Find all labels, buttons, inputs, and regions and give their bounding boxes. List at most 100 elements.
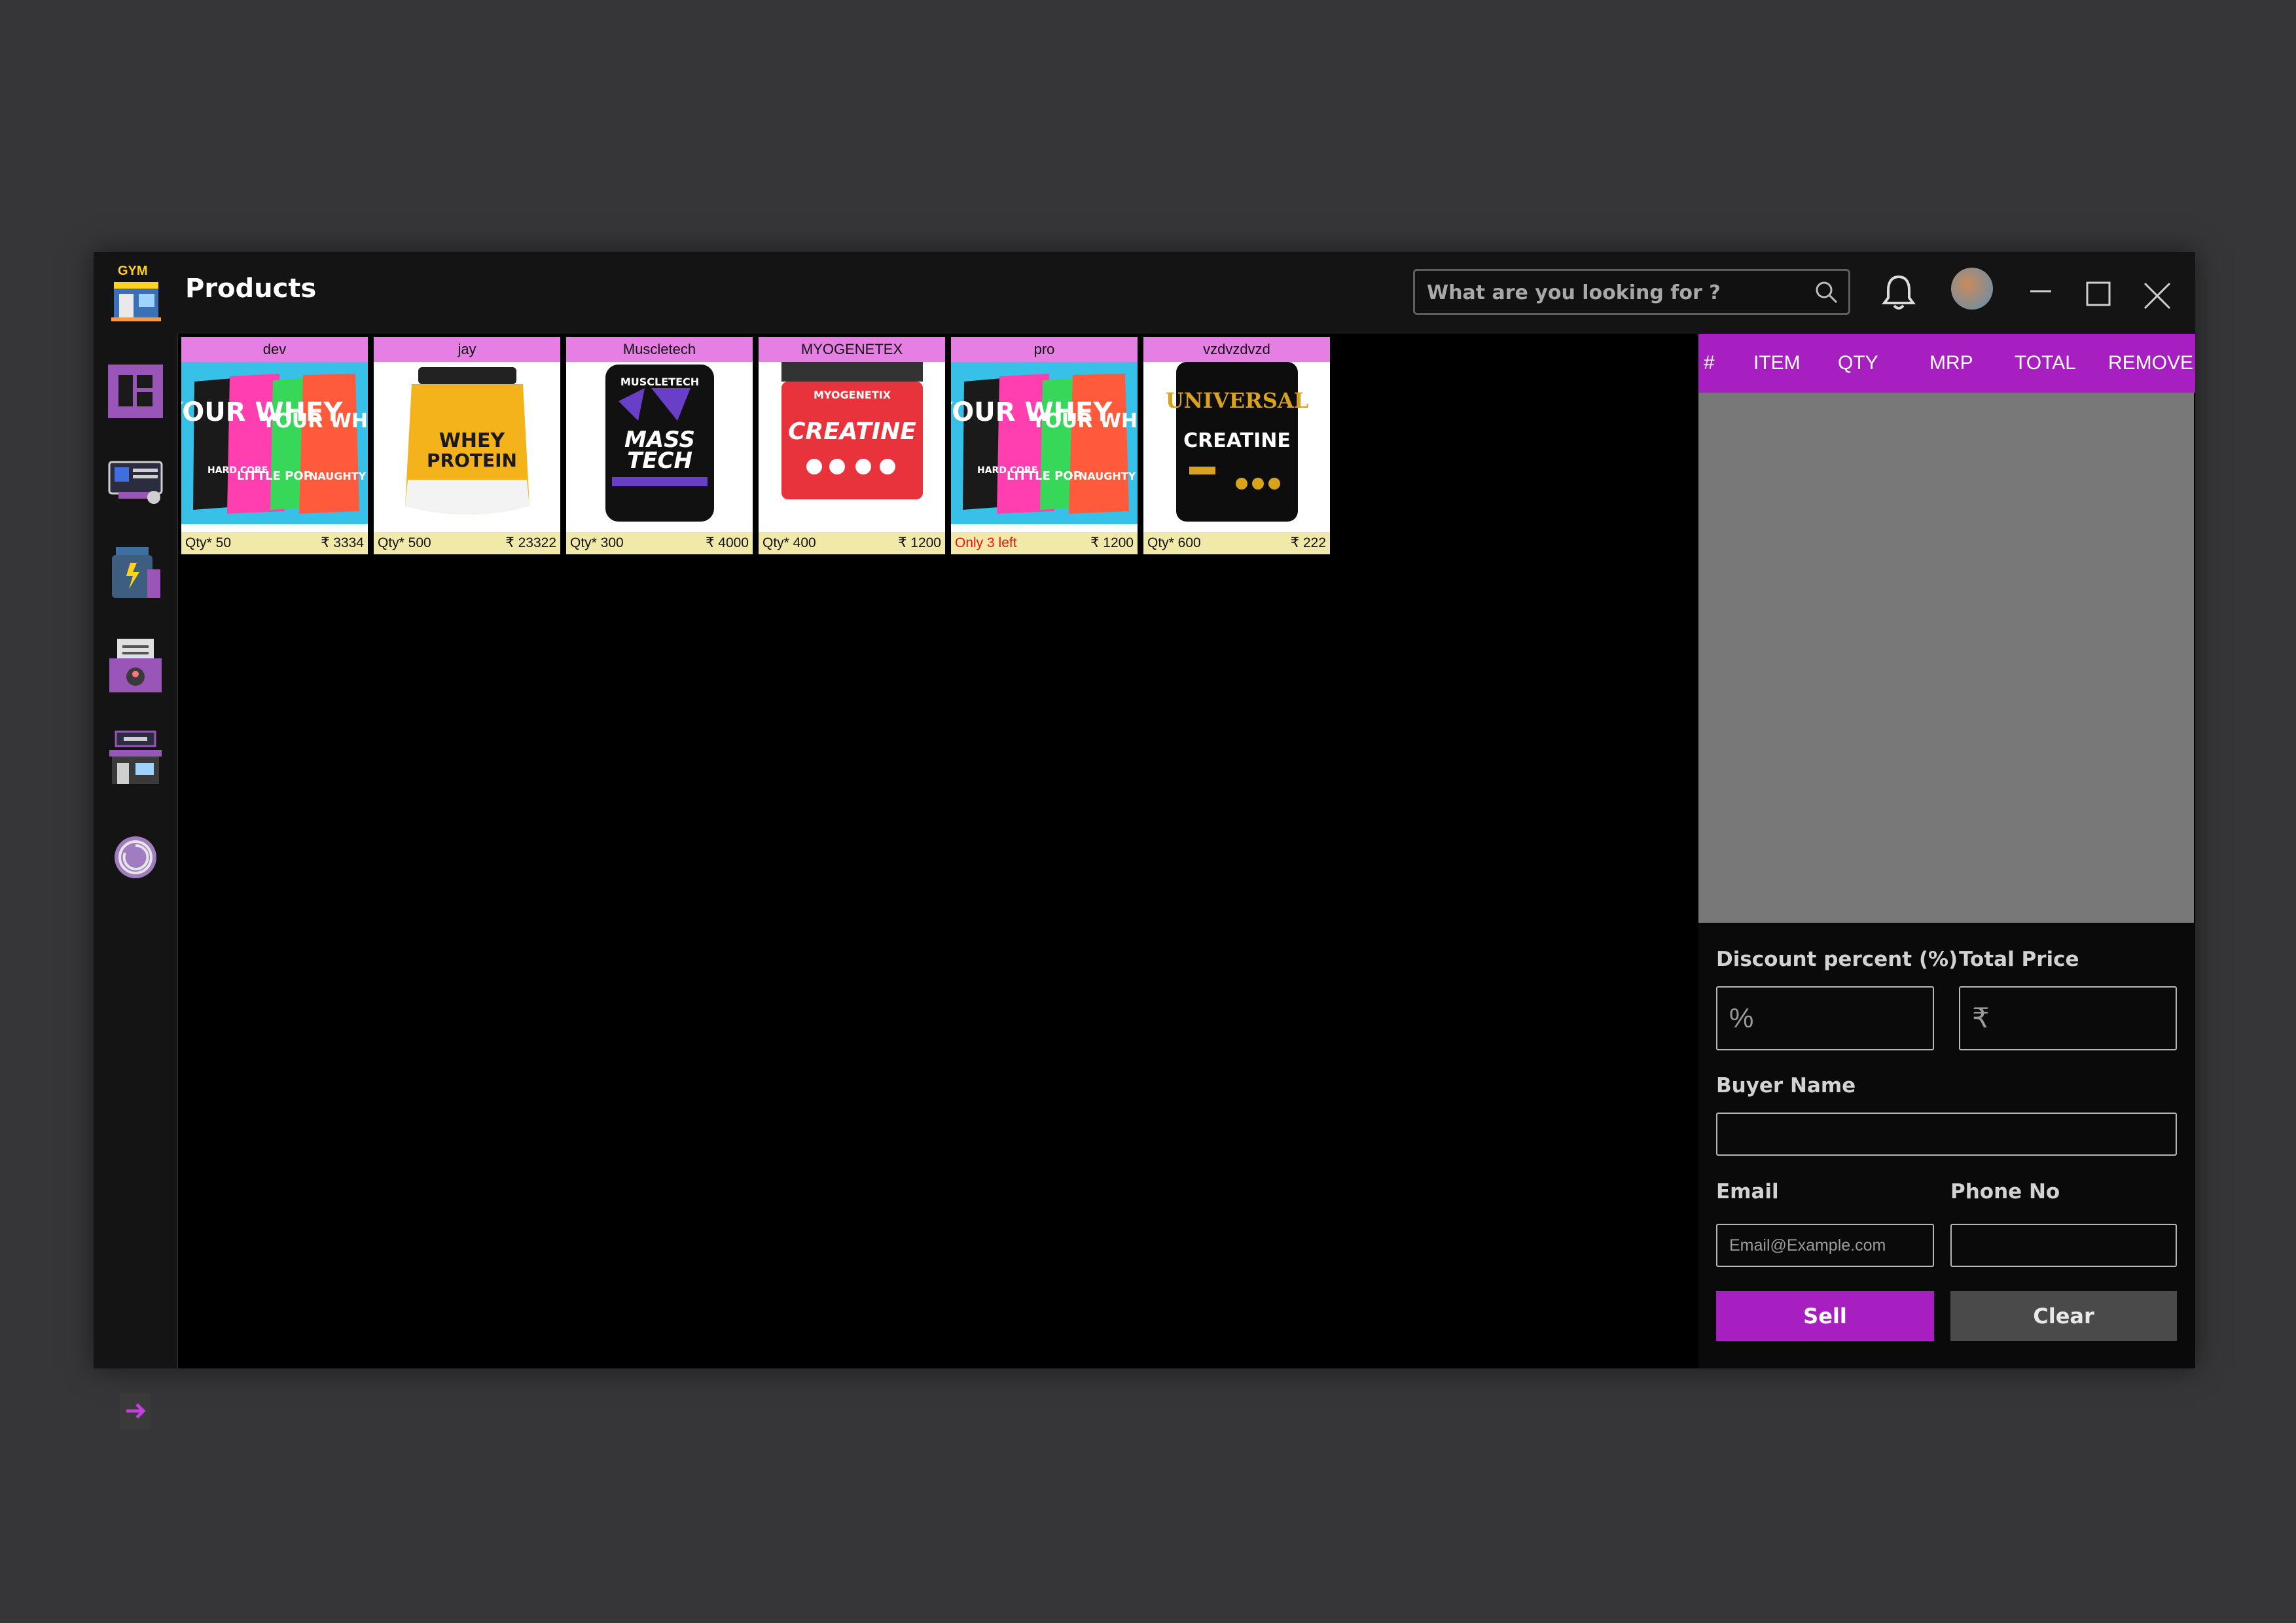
cart-col-total: TOTAL bbox=[2015, 352, 2076, 374]
product-name: dev bbox=[181, 337, 368, 362]
close-icon[interactable] bbox=[2142, 281, 2172, 311]
logout-button[interactable] bbox=[120, 1393, 150, 1429]
page-title: Products bbox=[185, 274, 317, 304]
product-quantity: Qty* 300 bbox=[570, 535, 624, 550]
bell-icon[interactable] bbox=[1880, 273, 1917, 312]
cart-items-list[interactable] bbox=[1698, 393, 2194, 923]
product-quantity: Qty* 500 bbox=[378, 535, 431, 550]
email-field[interactable] bbox=[1716, 1224, 1934, 1267]
product-price: ₹ 3334 bbox=[321, 535, 364, 550]
product-price: ₹ 23322 bbox=[505, 535, 556, 550]
sidebar bbox=[94, 334, 177, 1429]
discount-label: Discount percent (%) bbox=[1716, 948, 1958, 971]
svg-text:UNIVERSAL: UNIVERSAL bbox=[1166, 388, 1308, 413]
avatar[interactable] bbox=[1951, 268, 1993, 310]
product-price: ₹ 1200 bbox=[1090, 535, 1134, 550]
maximize-icon[interactable] bbox=[2085, 281, 2111, 307]
svg-text:LITTLE POP: LITTLE POP bbox=[237, 469, 312, 483]
product-name: pro bbox=[951, 337, 1138, 362]
product-image: MUSCLETECH MASS TECH bbox=[566, 362, 753, 524]
product-quantity: Qty* 600 bbox=[1147, 535, 1201, 550]
product-price: ₹ 222 bbox=[1290, 535, 1326, 550]
svg-text:YOUR WHEY: YOUR WHEY bbox=[261, 410, 368, 433]
phone-input[interactable] bbox=[1952, 1225, 2176, 1266]
discount-field[interactable] bbox=[1716, 986, 1934, 1050]
product-price: ₹ 4000 bbox=[706, 535, 749, 550]
product-grid: devYOUR WHEYYOUR WHEYHARD CORELITTLE POP… bbox=[177, 334, 1700, 1368]
svg-text:PROTEIN: PROTEIN bbox=[427, 450, 517, 471]
cart-panel: # ITEM QTY MRP TOTAL REMOVE Discount per… bbox=[1698, 334, 2195, 1368]
cart-header: # ITEM QTY MRP TOTAL REMOVE bbox=[1698, 334, 2195, 393]
product-image: UNIVERSAL CREATINE bbox=[1143, 362, 1330, 524]
search-input[interactable] bbox=[1415, 271, 1814, 314]
search-box[interactable] bbox=[1413, 269, 1850, 315]
product-stock-bar: Qty* 600 ₹ 222 bbox=[1143, 532, 1330, 554]
product-image: WHEY PROTEIN bbox=[374, 362, 560, 524]
svg-text:MYOGENETIX: MYOGENETIX bbox=[814, 389, 891, 401]
sidebar-item-members[interactable] bbox=[105, 636, 166, 695]
discount-input[interactable] bbox=[1717, 988, 1933, 1049]
total-price-input[interactable] bbox=[1960, 988, 2176, 1049]
logout-arrow-icon bbox=[126, 1403, 146, 1419]
svg-text:CREATINE: CREATINE bbox=[1183, 429, 1291, 452]
product-card[interactable]: Muscletech MUSCLETECH MASS TECH Qty* 300 ₹ 40… bbox=[566, 337, 753, 554]
sidebar-item-equipment[interactable] bbox=[105, 452, 166, 510]
sell-button[interactable]: Sell bbox=[1716, 1291, 1934, 1341]
buyer-name-field[interactable] bbox=[1716, 1113, 2177, 1156]
product-stock-bar: Qty* 500 ₹ 23322 bbox=[374, 532, 560, 554]
minimize-icon[interactable] bbox=[2028, 285, 2054, 298]
svg-text:CREATINE: CREATINE bbox=[788, 418, 916, 445]
product-stock-bar: Qty* 50 ₹ 3334 bbox=[181, 532, 368, 554]
svg-text:WHEY: WHEY bbox=[439, 429, 506, 452]
product-stock-bar: Qty* 300 ₹ 4000 bbox=[566, 532, 753, 554]
product-name: vzdvzdvzd bbox=[1143, 337, 1330, 362]
product-price: ₹ 1200 bbox=[898, 535, 941, 550]
cart-col-item: ITEM bbox=[1753, 352, 1801, 374]
settings-circle-icon bbox=[115, 836, 156, 878]
supplement-icon bbox=[112, 547, 160, 598]
cart-col-mrp: MRP bbox=[1929, 352, 1973, 374]
checkout-form: Discount percent (%) Total Price Buyer N… bbox=[1698, 923, 2195, 1368]
member-report-icon bbox=[109, 639, 162, 692]
sidebar-item-settings[interactable] bbox=[105, 828, 166, 887]
email-label: Email bbox=[1716, 1180, 1779, 1204]
sidebar-item-dashboard[interactable] bbox=[105, 362, 166, 421]
svg-text:NAUGHTY LOOP: NAUGHTY LOOP bbox=[309, 470, 368, 482]
buyer-name-input[interactable] bbox=[1717, 1114, 2176, 1154]
phone-field[interactable] bbox=[1950, 1224, 2177, 1267]
product-card[interactable]: jay WHEY PROTEIN Qty* 500 ₹ 23322 bbox=[374, 337, 560, 554]
product-name: jay bbox=[374, 337, 560, 362]
total-price-field[interactable] bbox=[1959, 986, 2177, 1050]
svg-text:YOUR WHEY: YOUR WHEY bbox=[1031, 410, 1138, 433]
gym-store-icon bbox=[109, 730, 162, 784]
phone-label: Phone No bbox=[1950, 1180, 2060, 1204]
cart-col-index: # bbox=[1704, 352, 1715, 374]
cart-col-qty: QTY bbox=[1838, 352, 1878, 374]
product-card[interactable]: proYOUR WHEYYOUR WHEYHARD CORELITTLE POP… bbox=[951, 337, 1138, 554]
svg-text:LITTLE POP: LITTLE POP bbox=[1007, 469, 1082, 483]
product-quantity: Only 3 left bbox=[955, 535, 1017, 550]
product-image: MYOGENETIX CREATINE bbox=[759, 362, 945, 524]
dashboard-icon bbox=[108, 365, 163, 418]
product-card[interactable]: devYOUR WHEYYOUR WHEYHARD CORELITTLE POP… bbox=[181, 337, 368, 554]
gym-logo: GYM bbox=[111, 264, 161, 323]
search-icon[interactable] bbox=[1814, 280, 1839, 305]
product-name: Muscletech bbox=[566, 337, 753, 362]
sidebar-item-supplements[interactable] bbox=[105, 543, 166, 602]
product-image: YOUR WHEYYOUR WHEYHARD CORELITTLE POPNAU… bbox=[181, 362, 368, 524]
equipment-icon bbox=[108, 461, 163, 504]
product-stock-bar: Qty* 400 ₹ 1200 bbox=[759, 532, 945, 554]
product-card[interactable]: MYOGENETEX MYOGENETIX CREATINE Qty* 400 ₹ 12… bbox=[759, 337, 945, 554]
cart-col-remove: REMOVE bbox=[2108, 352, 2194, 374]
product-stock-bar: Only 3 left ₹ 1200 bbox=[951, 532, 1138, 554]
app-window: GYM Products What are you looking for ? … bbox=[94, 252, 2195, 1429]
product-card[interactable]: vzdvzdvzd UNIVERSAL CREATINE Qty* 600 ₹ 222 bbox=[1143, 337, 1330, 554]
gym-logo-text: GYM bbox=[118, 264, 148, 278]
product-quantity: Qty* 50 bbox=[185, 535, 232, 550]
clear-button[interactable]: Clear bbox=[1950, 1291, 2177, 1341]
email-input[interactable] bbox=[1717, 1225, 1933, 1266]
sidebar-item-store[interactable] bbox=[105, 729, 166, 788]
svg-text:NAUGHTY LOOP: NAUGHTY LOOP bbox=[1079, 470, 1138, 482]
title-bar: GYM Products bbox=[94, 252, 2195, 334]
product-image: YOUR WHEYYOUR WHEYHARD CORELITTLE POPNAU… bbox=[951, 362, 1138, 524]
